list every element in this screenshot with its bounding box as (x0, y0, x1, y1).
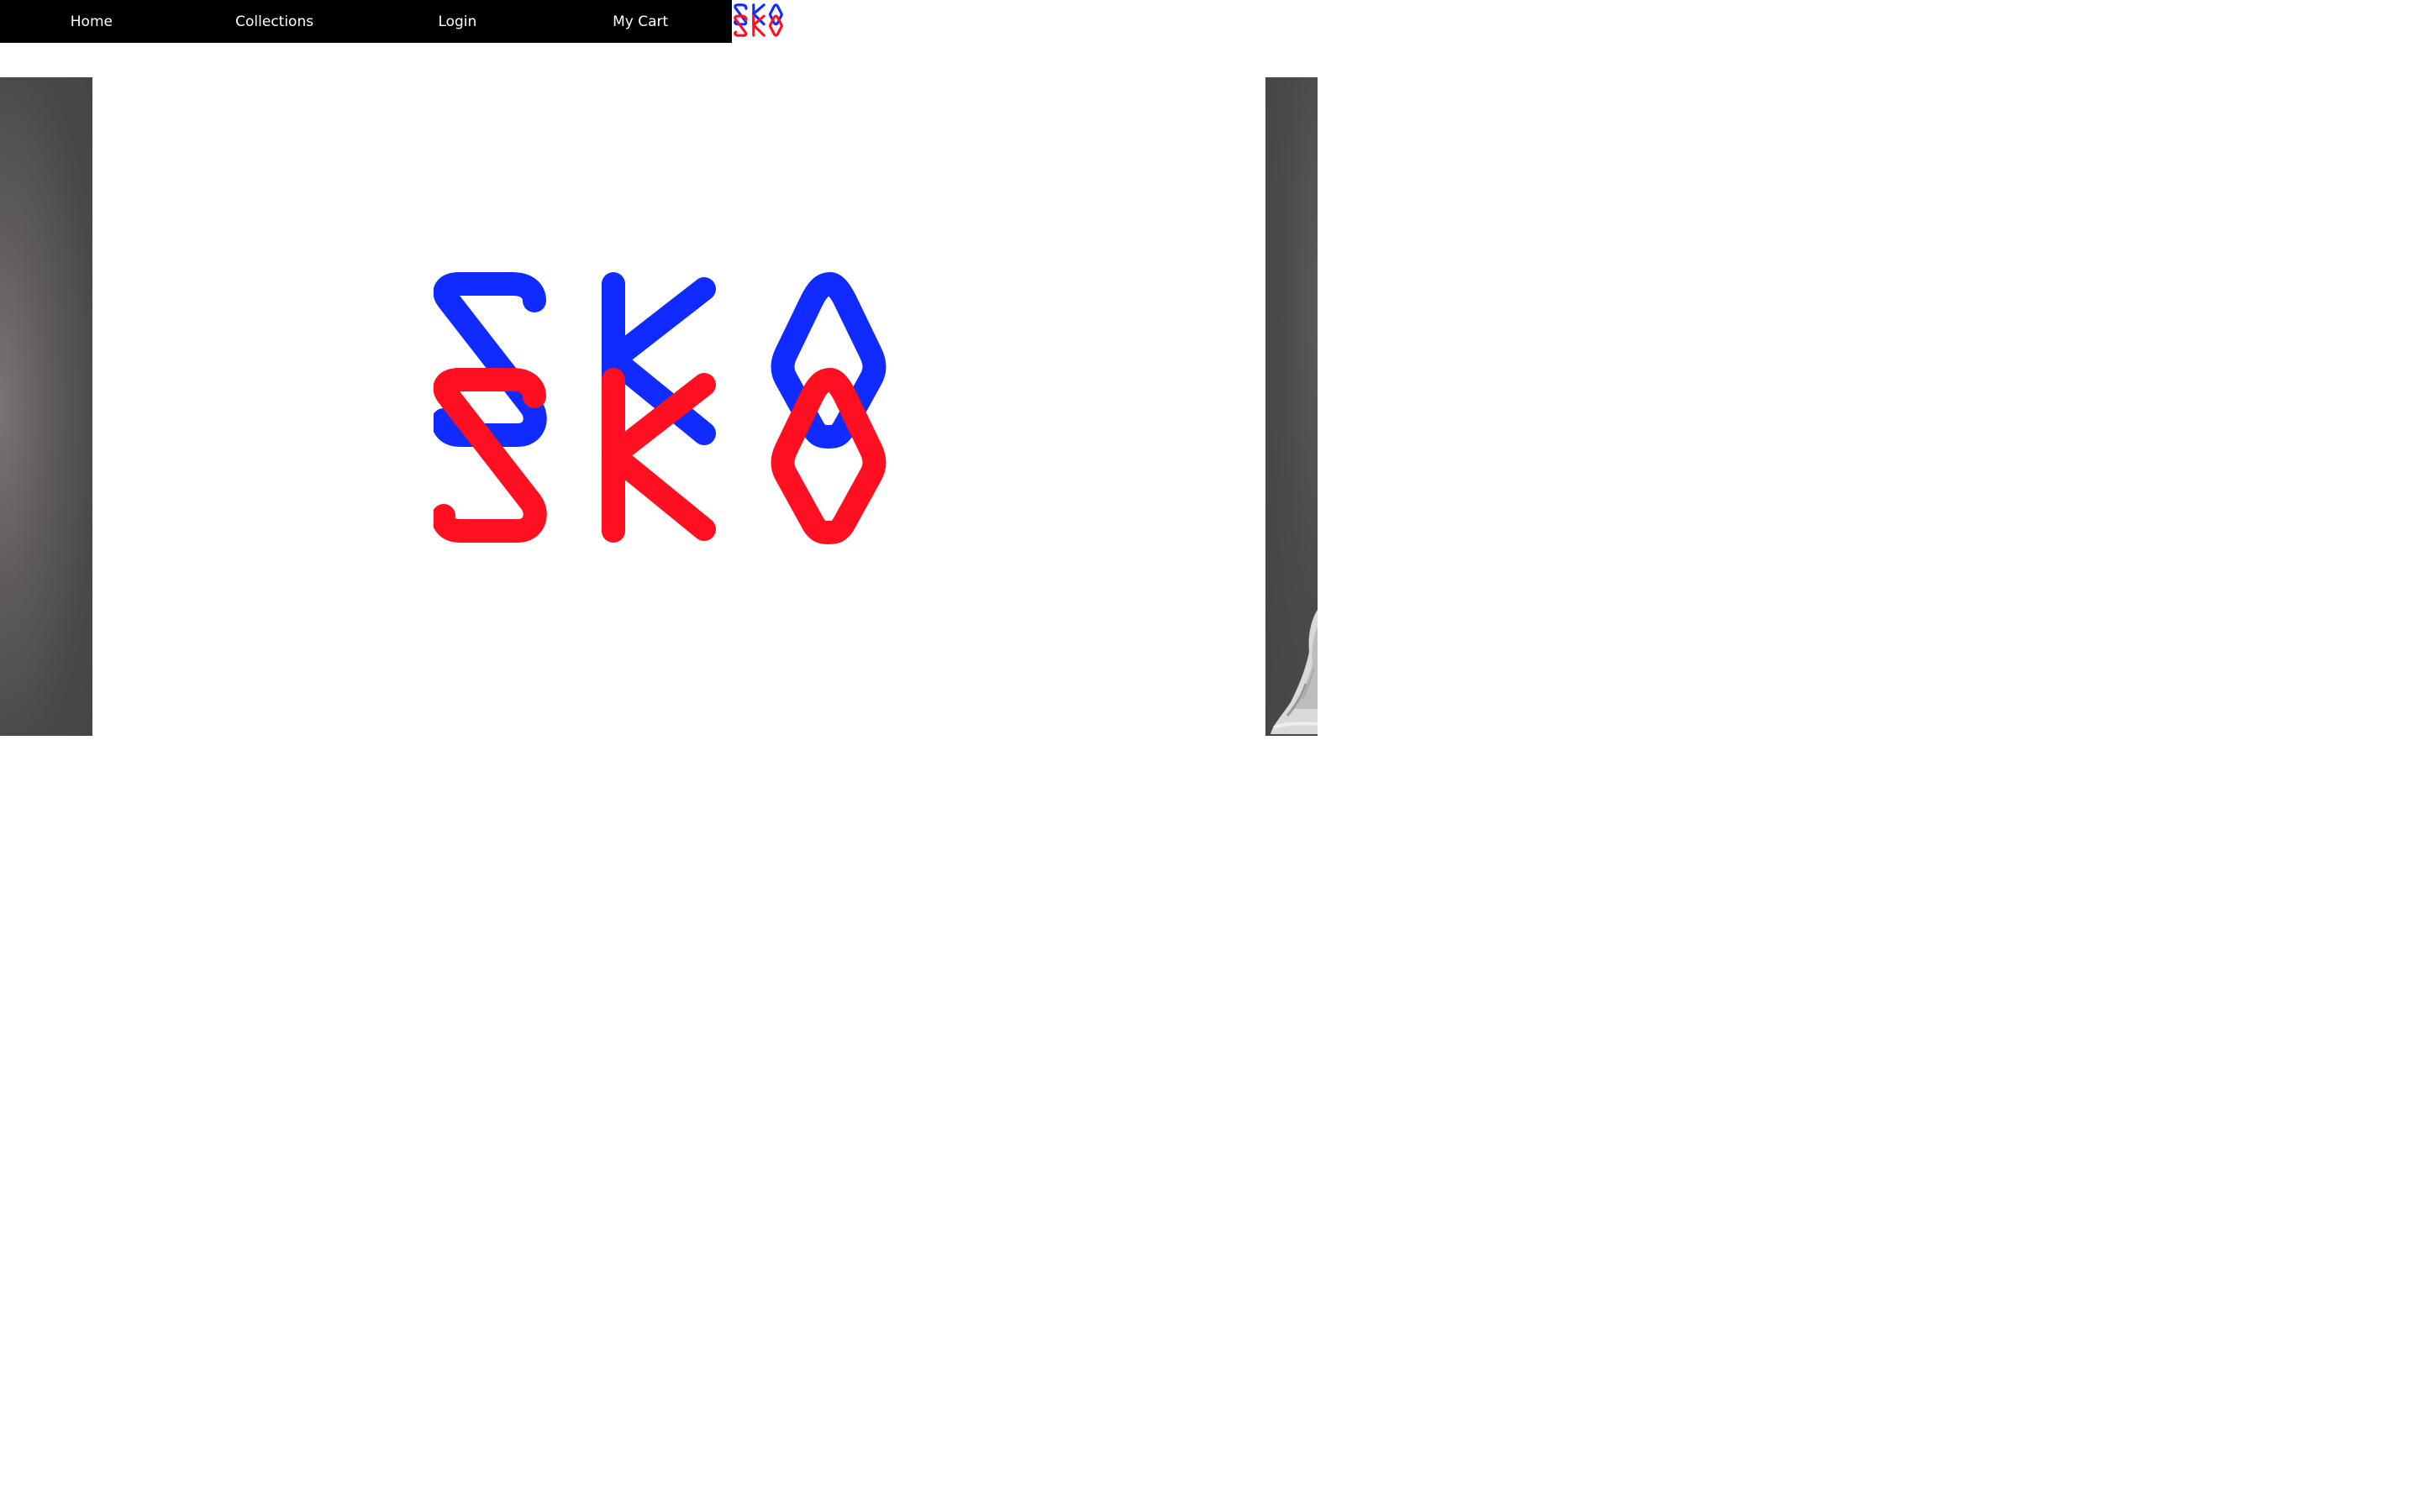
nav-login[interactable]: Login (366, 0, 550, 43)
hero-carousel (0, 77, 1318, 736)
nav-my-cart[interactable]: My Cart (549, 0, 732, 43)
nav-collections[interactable]: Collections (183, 0, 366, 43)
shoe-image (1270, 610, 1318, 734)
sko-logo-icon[interactable] (733, 3, 785, 37)
nav-home[interactable]: Home (0, 0, 183, 43)
top-navigation-bar: Home Collections Login My Cart (0, 0, 732, 43)
carousel-slide-previous[interactable] (0, 77, 92, 736)
carousel-slide-next[interactable] (1265, 77, 1318, 736)
hero-sko-logo-icon (434, 272, 886, 544)
carousel-slide-current (92, 77, 1265, 736)
